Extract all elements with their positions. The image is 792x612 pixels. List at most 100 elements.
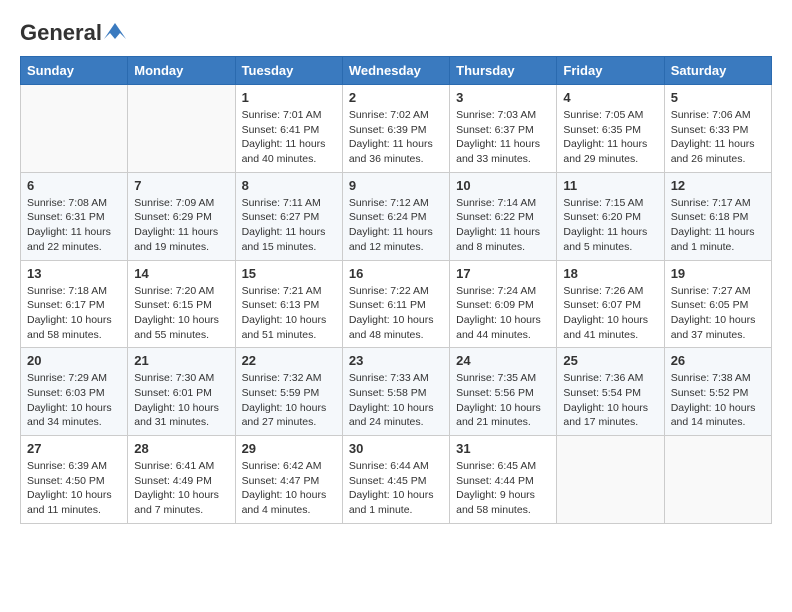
day-header-friday: Friday (557, 57, 664, 85)
calendar-week-row: 13 Sunrise: 7:18 AM Sunset: 6:17 PM Dayli… (21, 260, 772, 348)
day-number: 12 (671, 178, 765, 193)
calendar-cell (128, 85, 235, 173)
day-number: 30 (349, 441, 443, 456)
day-info: Sunrise: 7:38 AM Sunset: 5:52 PM Dayligh… (671, 371, 765, 430)
day-info: Sunrise: 6:39 AM Sunset: 4:50 PM Dayligh… (27, 459, 121, 518)
calendar-cell: 27 Sunrise: 6:39 AM Sunset: 4:50 PM Dayli… (21, 436, 128, 524)
day-header-tuesday: Tuesday (235, 57, 342, 85)
day-number: 14 (134, 266, 228, 281)
day-number: 9 (349, 178, 443, 193)
day-number: 24 (456, 353, 550, 368)
day-info: Sunrise: 7:35 AM Sunset: 5:56 PM Dayligh… (456, 371, 550, 430)
day-number: 15 (242, 266, 336, 281)
day-number: 1 (242, 90, 336, 105)
day-info: Sunrise: 7:11 AM Sunset: 6:27 PM Dayligh… (242, 196, 336, 255)
calendar-week-row: 20 Sunrise: 7:29 AM Sunset: 6:03 PM Dayli… (21, 348, 772, 436)
day-number: 11 (563, 178, 657, 193)
calendar-cell (557, 436, 664, 524)
day-info: Sunrise: 7:22 AM Sunset: 6:11 PM Dayligh… (349, 284, 443, 343)
calendar-cell: 24 Sunrise: 7:35 AM Sunset: 5:56 PM Dayli… (450, 348, 557, 436)
day-number: 8 (242, 178, 336, 193)
day-info: Sunrise: 7:29 AM Sunset: 6:03 PM Dayligh… (27, 371, 121, 430)
calendar-cell: 16 Sunrise: 7:22 AM Sunset: 6:11 PM Dayli… (342, 260, 449, 348)
day-info: Sunrise: 7:30 AM Sunset: 6:01 PM Dayligh… (134, 371, 228, 430)
day-info: Sunrise: 7:32 AM Sunset: 5:59 PM Dayligh… (242, 371, 336, 430)
day-info: Sunrise: 7:21 AM Sunset: 6:13 PM Dayligh… (242, 284, 336, 343)
calendar-week-row: 1 Sunrise: 7:01 AM Sunset: 6:41 PM Daylig… (21, 85, 772, 173)
day-info: Sunrise: 7:14 AM Sunset: 6:22 PM Dayligh… (456, 196, 550, 255)
calendar-cell: 12 Sunrise: 7:17 AM Sunset: 6:18 PM Dayli… (664, 172, 771, 260)
day-info: Sunrise: 7:05 AM Sunset: 6:35 PM Dayligh… (563, 108, 657, 167)
calendar-cell: 4 Sunrise: 7:05 AM Sunset: 6:35 PM Daylig… (557, 85, 664, 173)
day-number: 22 (242, 353, 336, 368)
logo: General (20, 20, 126, 40)
logo-general: General (20, 20, 102, 46)
day-info: Sunrise: 7:24 AM Sunset: 6:09 PM Dayligh… (456, 284, 550, 343)
day-header-thursday: Thursday (450, 57, 557, 85)
day-header-wednesday: Wednesday (342, 57, 449, 85)
day-info: Sunrise: 7:02 AM Sunset: 6:39 PM Dayligh… (349, 108, 443, 167)
day-number: 20 (27, 353, 121, 368)
day-info: Sunrise: 7:27 AM Sunset: 6:05 PM Dayligh… (671, 284, 765, 343)
day-number: 21 (134, 353, 228, 368)
day-number: 26 (671, 353, 765, 368)
day-number: 19 (671, 266, 765, 281)
day-number: 4 (563, 90, 657, 105)
day-info: Sunrise: 7:20 AM Sunset: 6:15 PM Dayligh… (134, 284, 228, 343)
day-number: 16 (349, 266, 443, 281)
day-header-monday: Monday (128, 57, 235, 85)
calendar-cell: 9 Sunrise: 7:12 AM Sunset: 6:24 PM Daylig… (342, 172, 449, 260)
day-number: 10 (456, 178, 550, 193)
day-number: 13 (27, 266, 121, 281)
calendar-cell: 15 Sunrise: 7:21 AM Sunset: 6:13 PM Dayli… (235, 260, 342, 348)
calendar-week-row: 6 Sunrise: 7:08 AM Sunset: 6:31 PM Daylig… (21, 172, 772, 260)
day-number: 23 (349, 353, 443, 368)
day-info: Sunrise: 7:01 AM Sunset: 6:41 PM Dayligh… (242, 108, 336, 167)
day-number: 31 (456, 441, 550, 456)
header: General (20, 20, 772, 40)
day-info: Sunrise: 7:36 AM Sunset: 5:54 PM Dayligh… (563, 371, 657, 430)
calendar-cell: 13 Sunrise: 7:18 AM Sunset: 6:17 PM Dayli… (21, 260, 128, 348)
calendar-table: SundayMondayTuesdayWednesdayThursdayFrid… (20, 56, 772, 524)
day-header-sunday: Sunday (21, 57, 128, 85)
calendar-cell: 22 Sunrise: 7:32 AM Sunset: 5:59 PM Dayli… (235, 348, 342, 436)
calendar-cell (21, 85, 128, 173)
calendar-cell: 6 Sunrise: 7:08 AM Sunset: 6:31 PM Daylig… (21, 172, 128, 260)
day-info: Sunrise: 6:41 AM Sunset: 4:49 PM Dayligh… (134, 459, 228, 518)
day-info: Sunrise: 7:18 AM Sunset: 6:17 PM Dayligh… (27, 284, 121, 343)
day-info: Sunrise: 7:15 AM Sunset: 6:20 PM Dayligh… (563, 196, 657, 255)
calendar-cell: 1 Sunrise: 7:01 AM Sunset: 6:41 PM Daylig… (235, 85, 342, 173)
day-number: 17 (456, 266, 550, 281)
calendar-cell: 11 Sunrise: 7:15 AM Sunset: 6:20 PM Dayli… (557, 172, 664, 260)
calendar-cell: 17 Sunrise: 7:24 AM Sunset: 6:09 PM Dayli… (450, 260, 557, 348)
day-info: Sunrise: 7:08 AM Sunset: 6:31 PM Dayligh… (27, 196, 121, 255)
day-header-saturday: Saturday (664, 57, 771, 85)
day-number: 6 (27, 178, 121, 193)
calendar-cell: 23 Sunrise: 7:33 AM Sunset: 5:58 PM Dayli… (342, 348, 449, 436)
calendar-cell: 29Sunrise: 6:42 AM Sunset: 4:47 PM Dayli… (235, 436, 342, 524)
calendar-cell: 26 Sunrise: 7:38 AM Sunset: 5:52 PM Dayli… (664, 348, 771, 436)
calendar-week-row: 27 Sunrise: 6:39 AM Sunset: 4:50 PM Dayli… (21, 436, 772, 524)
day-info: Sunrise: 7:33 AM Sunset: 5:58 PM Dayligh… (349, 371, 443, 430)
day-info: Sunrise: 6:42 AM Sunset: 4:47 PM Dayligh… (242, 459, 336, 518)
day-info: Sunrise: 7:12 AM Sunset: 6:24 PM Dayligh… (349, 196, 443, 255)
day-number: 27 (27, 441, 121, 456)
day-number: 28 (134, 441, 228, 456)
day-number: 3 (456, 90, 550, 105)
calendar-cell: 7Sunrise: 7:09 AM Sunset: 6:29 PM Daylig… (128, 172, 235, 260)
day-info: Sunrise: 6:45 AM Sunset: 4:44 PM Dayligh… (456, 459, 550, 518)
calendar-cell: 3Sunrise: 7:03 AM Sunset: 6:37 PM Daylig… (450, 85, 557, 173)
calendar-cell: 8 Sunrise: 7:11 AM Sunset: 6:27 PM Daylig… (235, 172, 342, 260)
day-info: Sunrise: 7:17 AM Sunset: 6:18 PM Dayligh… (671, 196, 765, 255)
calendar-cell: 5Sunrise: 7:06 AM Sunset: 6:33 PM Daylig… (664, 85, 771, 173)
day-number: 7 (134, 178, 228, 193)
day-info: Sunrise: 7:26 AM Sunset: 6:07 PM Dayligh… (563, 284, 657, 343)
calendar-cell: 30 Sunrise: 6:44 AM Sunset: 4:45 PM Dayli… (342, 436, 449, 524)
calendar-header-row: SundayMondayTuesdayWednesdayThursdayFrid… (21, 57, 772, 85)
calendar-cell: 14 Sunrise: 7:20 AM Sunset: 6:15 PM Dayli… (128, 260, 235, 348)
day-number: 18 (563, 266, 657, 281)
calendar-cell: 2Sunrise: 7:02 AM Sunset: 6:39 PM Daylig… (342, 85, 449, 173)
day-info: Sunrise: 6:44 AM Sunset: 4:45 PM Dayligh… (349, 459, 443, 518)
calendar-cell: 20 Sunrise: 7:29 AM Sunset: 6:03 PM Dayli… (21, 348, 128, 436)
calendar-cell: 19 Sunrise: 7:27 AM Sunset: 6:05 PM Dayli… (664, 260, 771, 348)
